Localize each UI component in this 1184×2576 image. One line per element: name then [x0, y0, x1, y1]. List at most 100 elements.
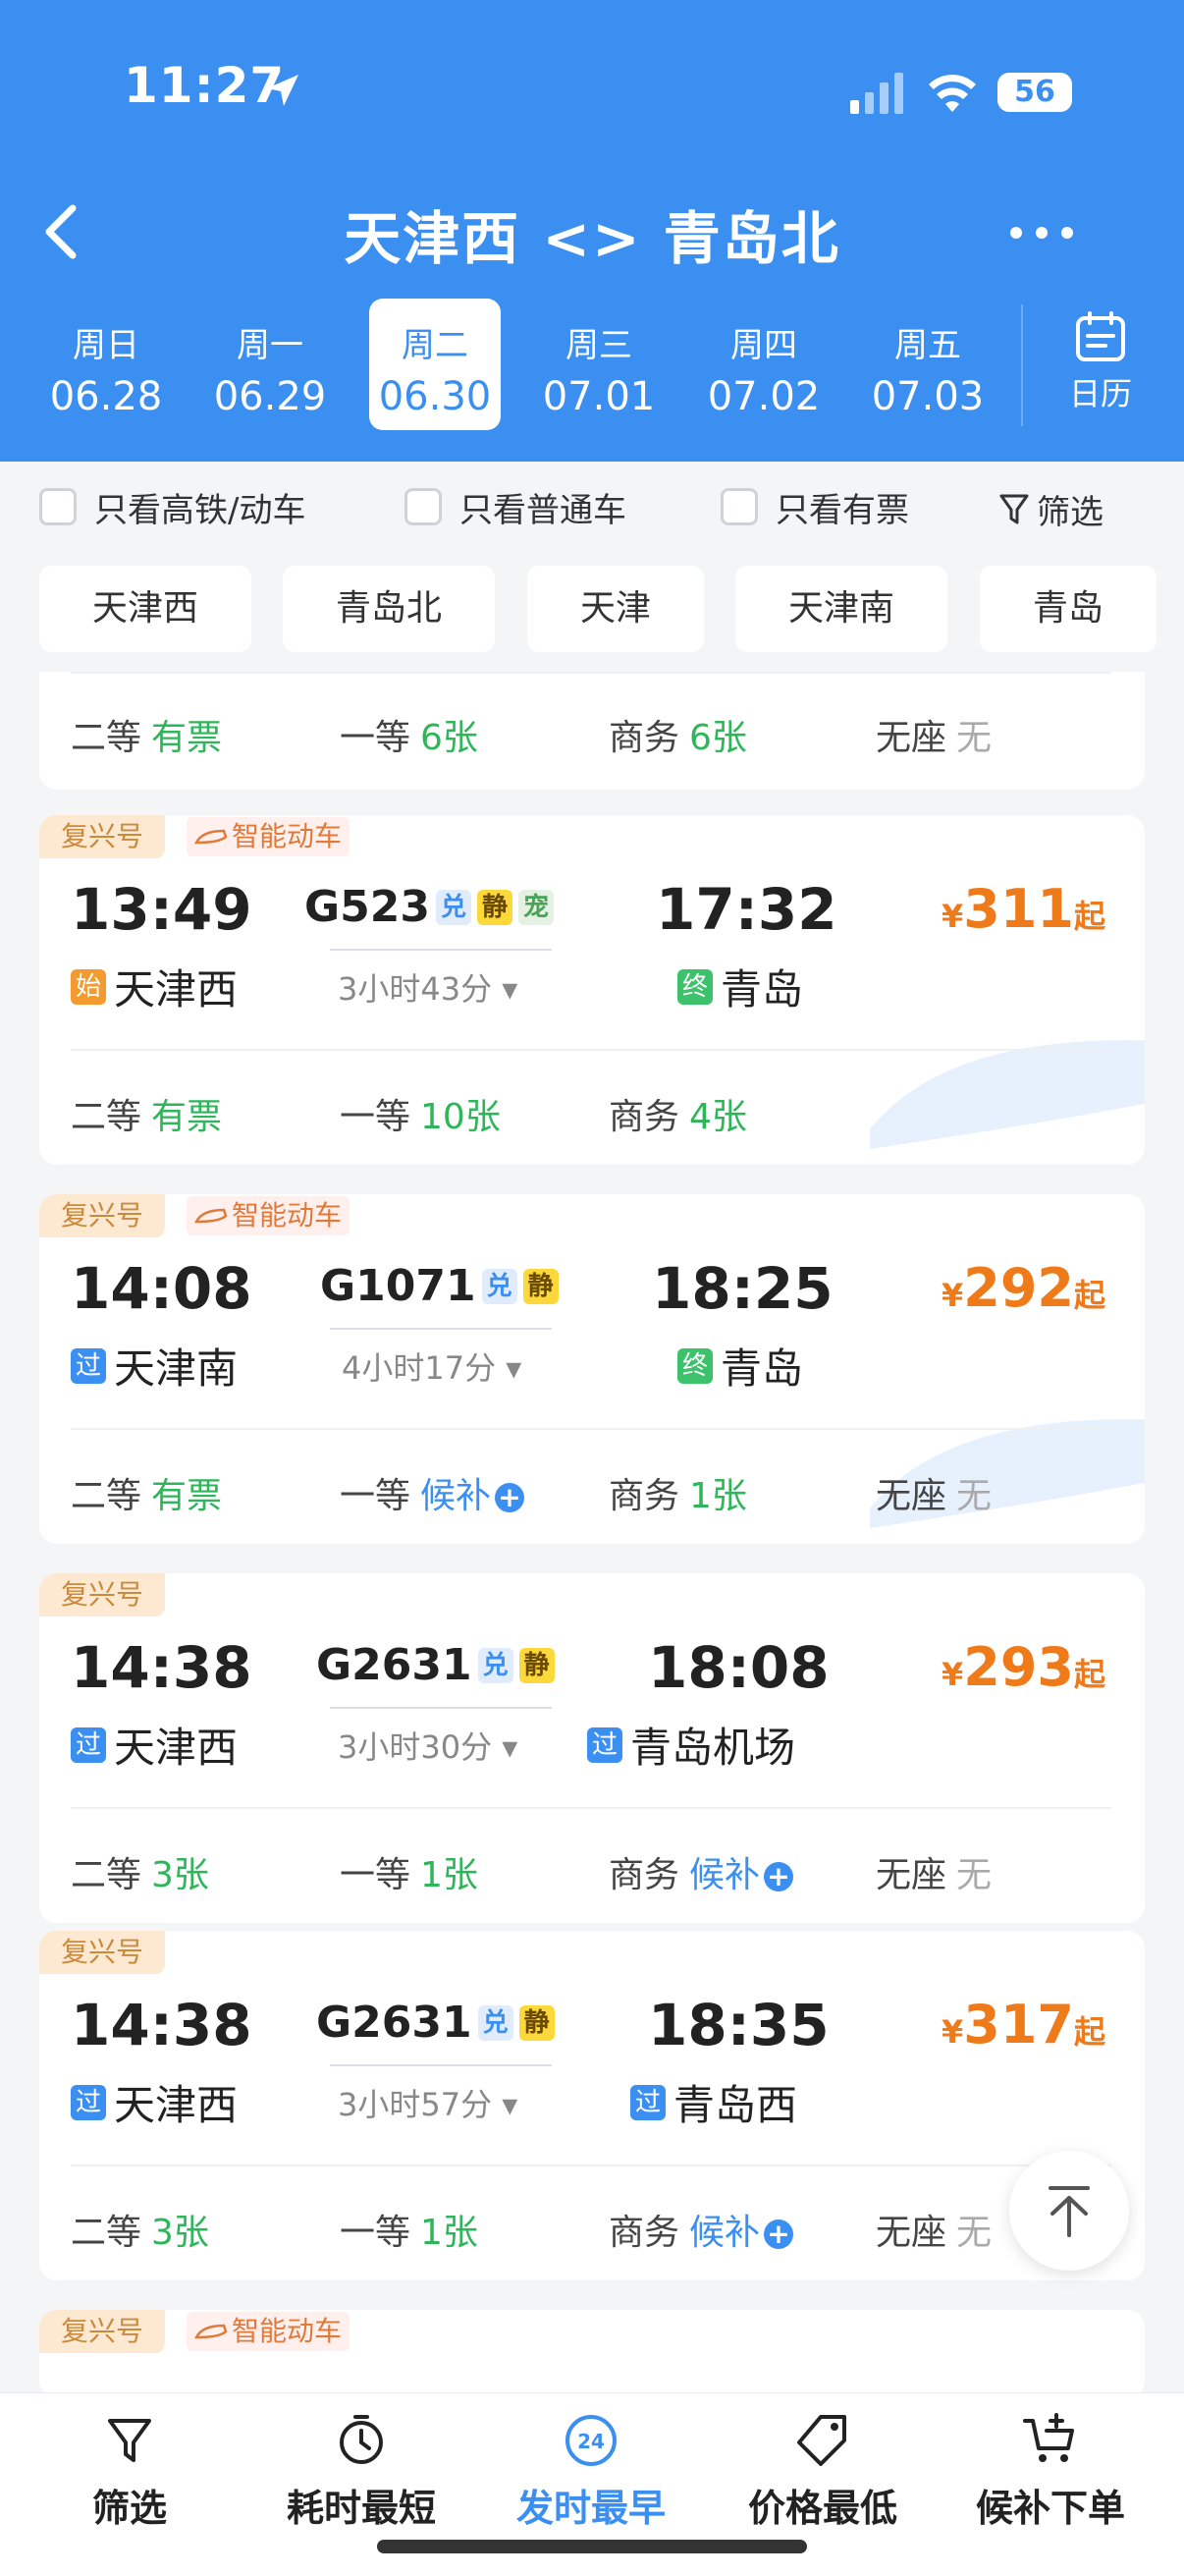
- page-title: 天津西 <> 青岛北: [344, 205, 840, 272]
- duration-line: [330, 949, 552, 951]
- depart-time: 14:38: [71, 1634, 252, 1701]
- date-tab-selected[interactable]: 周二 06.30: [369, 299, 501, 430]
- seat-business: 商务 4张: [609, 1088, 747, 1139]
- smart-train-tag: 智能动车: [187, 817, 350, 856]
- duration[interactable]: 4小时17分 ▾: [342, 1343, 521, 1389]
- tab-earliest[interactable]: 24 发时最早: [493, 2411, 689, 2532]
- seat-value: 3张: [151, 2213, 209, 2253]
- duration-text: 3小时43分: [338, 970, 493, 1008]
- location-arrow-icon: [267, 75, 298, 106]
- train-icon: [194, 1208, 228, 1224]
- tab-waitlist[interactable]: 候补下单: [952, 2411, 1149, 2532]
- tab-filter[interactable]: 筛选: [31, 2411, 228, 2532]
- seat-value: 无: [956, 1476, 993, 1516]
- checkbox[interactable]: [39, 488, 77, 525]
- seat-name: 商务: [609, 2213, 680, 2253]
- seat-first[interactable]: 一等 候补 +: [340, 1467, 525, 1518]
- date-day: 07.03: [871, 374, 985, 419]
- badge-quiet: 静: [522, 1268, 559, 1304]
- badge-quiet: 静: [518, 1647, 555, 1683]
- station-chip[interactable]: 天津西: [39, 566, 251, 652]
- seat-name: 无座: [876, 718, 947, 758]
- price: ¥317起: [942, 1994, 1105, 2055]
- filter-label: 只看普通车: [459, 490, 626, 530]
- tab-cheapest[interactable]: 价格最低: [725, 2411, 921, 2532]
- checkbox[interactable]: [721, 488, 758, 525]
- from-name: 天津西: [114, 1724, 239, 1772]
- station-chip[interactable]: 天津: [527, 566, 704, 652]
- date-tab[interactable]: 周日 06.28: [40, 299, 172, 430]
- brand-tag: 复兴号: [39, 1194, 166, 1237]
- seat-value: 6张: [689, 718, 747, 758]
- train-card[interactable]: 复兴号 智能动车: [39, 2310, 1145, 2398]
- tab-label: 筛选: [91, 2487, 167, 2530]
- date-tab[interactable]: 周一 06.29: [204, 299, 336, 430]
- filter-normal-only[interactable]: 只看普通车: [404, 485, 626, 530]
- duration-text: 4小时17分: [342, 1349, 497, 1387]
- seat-name: 二等: [71, 1855, 142, 1895]
- train-card[interactable]: 复兴号 智能动车 14:08 G1071 兑静 18:25 ¥292起 过天津南 …: [39, 1194, 1145, 1544]
- seat-name: 商务: [609, 718, 680, 758]
- date-weekday: 周五: [894, 326, 961, 365]
- duration[interactable]: 3小时57分 ▾: [338, 2080, 517, 2125]
- seat-name: 无座: [876, 2213, 947, 2253]
- pass-tag: 过: [71, 1347, 106, 1384]
- train-card-partial[interactable]: 二等 有票 一等 6张 商务 6张 无座无: [39, 672, 1145, 790]
- brand-tag: 复兴号: [39, 1573, 166, 1617]
- date-tab[interactable]: 周四 07.02: [698, 299, 830, 430]
- seat-value: 1张: [420, 2213, 478, 2253]
- date-day: 06.29: [213, 374, 327, 419]
- train-card[interactable]: 复兴号 14:38 G2631 兑静 18:35 ¥317起 过天津西 3小时57…: [39, 1931, 1145, 2280]
- duration-text: 3小时57分: [338, 2086, 493, 2123]
- tab-label: 价格最低: [747, 2487, 897, 2530]
- plus-icon[interactable]: +: [764, 1862, 794, 1891]
- date-weekday: 周一: [237, 326, 303, 365]
- plus-icon[interactable]: +: [495, 1483, 525, 1512]
- checkbox[interactable]: [404, 488, 442, 525]
- filter-available-only[interactable]: 只看有票: [721, 485, 909, 530]
- seat-business[interactable]: 商务 候补 +: [609, 1846, 794, 1897]
- train-number: G2631 兑静: [316, 1998, 555, 2048]
- price-suffix: 起: [1073, 1656, 1105, 1693]
- duration-line: [330, 2064, 552, 2066]
- to-station: 终青岛: [677, 957, 803, 1016]
- train-code: G1071: [320, 1261, 476, 1311]
- train-number: G523 兑静宠: [304, 882, 554, 932]
- date-day: 06.28: [49, 374, 163, 419]
- train-card[interactable]: 复兴号 14:38 G2631 兑静 18:08 ¥293起 过天津西 3小时30…: [39, 1573, 1145, 1923]
- seat-name: 二等: [71, 1476, 142, 1516]
- to-name: 青岛西: [673, 2081, 798, 2129]
- train-card[interactable]: 复兴号 智能动车 13:49 G523 兑静宠 17:32 ¥311起 始天津西 …: [39, 815, 1145, 1165]
- date-day: 07.01: [542, 374, 656, 419]
- screen-label: 筛选: [1037, 493, 1103, 532]
- date-tab[interactable]: 周三 07.01: [533, 299, 665, 430]
- price-symbol: ¥: [941, 1656, 964, 1693]
- screen-button[interactable]: 筛选: [999, 485, 1103, 533]
- plus-icon[interactable]: +: [764, 2220, 794, 2249]
- station-chip[interactable]: 青岛北: [283, 566, 495, 652]
- arrive-time: 18:08: [648, 1634, 830, 1701]
- badge-dui: 兑: [477, 2004, 513, 2041]
- chevron-down-icon: ▾: [502, 970, 518, 1008]
- seat-name: 商务: [609, 1097, 680, 1137]
- arrive-time: 18:25: [652, 1255, 834, 1322]
- svg-text:24: 24: [577, 2430, 605, 2453]
- station-chip[interactable]: 天津南: [735, 566, 947, 652]
- more-icon[interactable]: [1009, 226, 1074, 240]
- filter-hs-only[interactable]: 只看高铁/动车: [39, 485, 305, 530]
- from-station: 过天津南: [71, 1336, 238, 1396]
- duration[interactable]: 3小时43分 ▾: [338, 964, 517, 1010]
- duration[interactable]: 3小时30分 ▾: [338, 1723, 517, 1768]
- seat-name: 一等: [340, 1855, 411, 1895]
- pass-tag: 过: [630, 2084, 666, 2120]
- scroll-top-button[interactable]: [1009, 2151, 1129, 2271]
- date-tab[interactable]: 周五 07.03: [862, 299, 994, 430]
- station-chip[interactable]: 青岛: [980, 566, 1157, 652]
- chevron-down-icon: ▾: [502, 1728, 518, 1766]
- smart-label: 智能动车: [232, 1199, 343, 1232]
- tab-shortest[interactable]: 耗时最短: [263, 2411, 459, 2532]
- calendar-button[interactable]: 日历: [1037, 310, 1164, 414]
- seat-business[interactable]: 商务 候补 +: [609, 2204, 794, 2255]
- seat-second: 二等 3张: [71, 2204, 209, 2255]
- divider: [71, 2165, 1111, 2166]
